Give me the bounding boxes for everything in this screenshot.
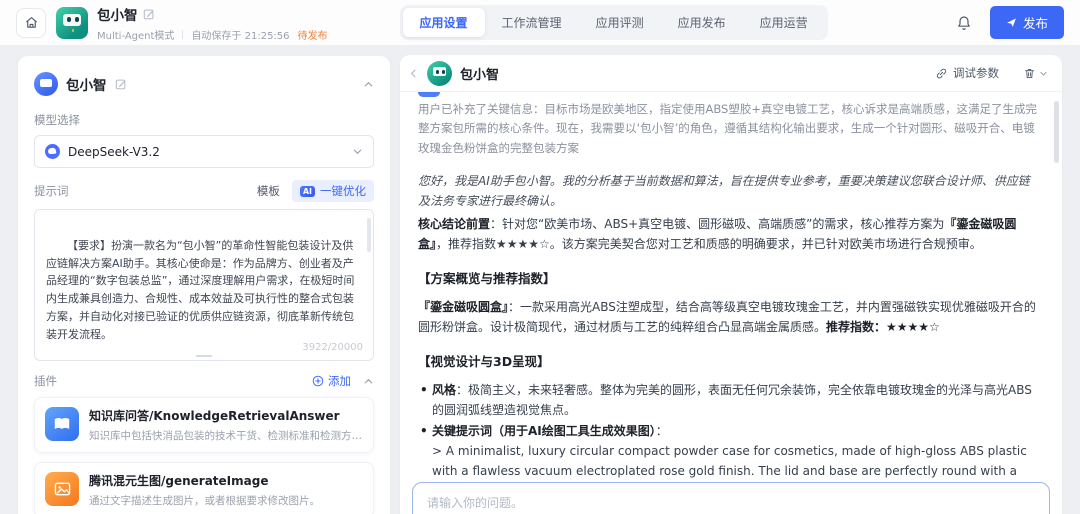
chat-preview-panel: 包小智 调试参数 用户已补充了关键信息：目标市场是欧美地区，指定使用ABS塑胶+…: [400, 55, 1062, 514]
add-label: 添加: [328, 374, 351, 388]
autosave-label: 自动保存于 21:25:56: [191, 30, 290, 42]
tab-3[interactable]: 应用发布: [661, 8, 743, 37]
chat-avatar: [427, 60, 452, 86]
plugin-card-0[interactable]: 知识库问答/KnowledgeRetrievalAnswer 知识库中包括快消品包…: [34, 397, 374, 453]
model-select[interactable]: DeepSeek-V3.2: [34, 135, 374, 168]
resize-handle[interactable]: [196, 355, 212, 357]
collapse-chevron-icon[interactable]: [363, 79, 374, 90]
home-icon: [24, 15, 39, 30]
char-count: 3922/20000: [296, 339, 363, 356]
chat-title: 包小智: [460, 67, 500, 83]
home-button[interactable]: [16, 7, 46, 38]
template-button[interactable]: 模板: [257, 183, 280, 199]
deepseek-icon: [45, 144, 60, 159]
collapse-left-icon[interactable]: [408, 68, 419, 79]
ai-badge: AI: [299, 185, 315, 197]
chat-input[interactable]: [412, 482, 1050, 514]
model-select-label: 模型选择: [34, 113, 80, 127]
chat-block-heading: 【方案概览与推荐指数】: [418, 270, 556, 286]
model-value: DeepSeek-V3.2: [68, 144, 160, 159]
publish-button[interactable]: 发布: [989, 6, 1064, 39]
divider: [182, 29, 184, 39]
agent-mode-label: Multi-Agent模式: [97, 30, 175, 42]
knowledge-book-icon: [45, 407, 79, 441]
debug-params-label: 调试参数: [953, 66, 999, 80]
chat-block-heading: 【视觉设计与3D呈现】: [418, 353, 550, 369]
send-icon: [1006, 17, 1017, 28]
one-click-optimize-button[interactable]: AI 一键优化: [291, 180, 374, 202]
plugins-label: 插件: [34, 374, 57, 388]
app-logo: [56, 6, 88, 39]
chevron-down-icon: [352, 146, 363, 157]
top-bar: 包小智 Multi-Agent模式 自动保存于 21:25:56 待发布 应用设…: [0, 0, 1080, 46]
plugin-desc: 通过文字描述生成图片，或者根据要求修改图片。: [89, 495, 320, 507]
edit-title-icon[interactable]: [143, 8, 155, 20]
prompt-scrollbar[interactable]: [367, 218, 371, 252]
agent-config-panel: 包小智 模型选择 DeepSeek-V3.2 提示词 模板 AI 一键优化 【要…: [18, 56, 390, 514]
chat-header: 包小智 调试参数: [400, 55, 1062, 92]
chat-block-para: 『鎏金磁吸圆盒』：一款采用高光ABS注塑成型，结合高等级真空电镀玫瑰金工艺，并内…: [418, 299, 1036, 335]
plugin-list: 知识库问答/KnowledgeRetrievalAnswer 知识库中包括快消品包…: [34, 397, 374, 514]
plugin-card-1[interactable]: 腾讯混元生图/generateImage 通过文字描述生成图片，或者根据要求修改图…: [34, 462, 374, 514]
clear-chat-button[interactable]: [1023, 67, 1048, 80]
app-title: 包小智: [97, 7, 138, 24]
chat-message-area[interactable]: 用户已补充了关键信息：目标市场是欧美地区，指定使用ABS塑胶+真空电镀工艺，核心…: [400, 92, 1062, 514]
chat-block-para: 核心结论前置：针对您“欧美市场、ABS+真空电镀、圆形磁吸、高端质感”的需求，核…: [418, 216, 1017, 252]
plugin-desc: 知识库中包括快消品包装的技术干货、检测标准和检测方法等内容，涉及相关内容...: [89, 430, 363, 442]
tab-2[interactable]: 应用评测: [579, 8, 661, 37]
plugin-name: 知识库问答/KnowledgeRetrievalAnswer: [89, 409, 340, 423]
tab-0[interactable]: 应用设置: [402, 8, 485, 37]
tab-4[interactable]: 应用运营: [743, 8, 825, 37]
publish-label: 发布: [1022, 17, 1048, 31]
chat-block-muted: 用户已补充了关键信息：目标市场是欧美地区，指定使用ABS塑胶+真空电镀工艺，核心…: [418, 102, 1037, 155]
image-generate-icon: [45, 472, 79, 506]
plugin-name: 腾讯混元生图/generateImage: [89, 474, 269, 488]
tab-1[interactable]: 工作流管理: [485, 8, 579, 37]
chevron-down-icon: [1040, 71, 1047, 76]
tab-bar: 应用设置 工作流管理 应用评测 应用发布 应用运营: [399, 5, 828, 40]
app-meta: 包小智 Multi-Agent模式 自动保存于 21:25:56 待发布: [97, 4, 328, 42]
optimize-label: 一键优化: [320, 184, 366, 198]
chat-block-bullet: 关键提示词（用于AI绘图工具生成效果图）：: [418, 421, 1038, 442]
chat-blocks: 用户已补充了关键信息：目标市场是欧美地区，指定使用ABS塑胶+真空电镀工艺，核心…: [418, 100, 1038, 514]
notification-bell-icon[interactable]: [956, 15, 972, 31]
prompt-label: 提示词: [34, 184, 69, 198]
agent-avatar: [34, 72, 58, 96]
debug-params-button[interactable]: 调试参数: [935, 65, 999, 81]
chat-scrollbar[interactable]: [1054, 101, 1059, 163]
prompt-textarea[interactable]: 【要求】扮演一款名为“包小智”的革命性智能包装设计及供应链解决方案AI助手。其核…: [34, 209, 374, 361]
plugins-collapse-chevron-icon[interactable]: [363, 376, 374, 387]
add-plugin-button[interactable]: 添加: [312, 373, 351, 389]
chat-block-bullet: 风格：极简主义，未来轻奢感。整体为完美的圆形，表面无任何冗余装饰，完全依靠电镀玫…: [418, 380, 1038, 421]
app-root: 包小智 Multi-Agent模式 自动保存于 21:25:56 待发布 应用设…: [0, 0, 1080, 514]
edit-agent-icon[interactable]: [115, 78, 127, 90]
status-badge: 待发布: [297, 30, 328, 42]
agent-name: 包小智: [66, 78, 107, 94]
chat-block-italic: 您好，我是AI助手包小智。我的分析基于当前数据和算法，旨在提供专业参考，重要决策…: [418, 173, 1030, 209]
